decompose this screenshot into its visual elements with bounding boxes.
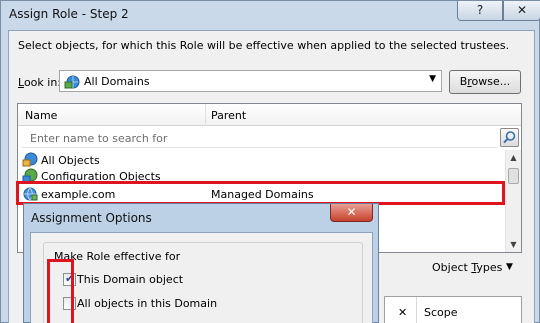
help-button[interactable]: ? [457, 1, 503, 21]
object-types-menu[interactable]: Object Types [432, 261, 502, 274]
close-button[interactable]: ✕ [503, 1, 540, 21]
column-divider[interactable] [205, 104, 206, 126]
scroll-down-arrow-icon[interactable]: ▼ [506, 237, 521, 252]
search-icon [503, 131, 516, 144]
column-header-name[interactable]: Name [25, 109, 57, 122]
list-header: Name Parent [18, 104, 521, 126]
column-divider [416, 297, 417, 323]
highlight-selected-row [16, 181, 505, 205]
title-bar: Assign Role - Step 2 ? ✕ [1, 1, 540, 27]
look-in-dropdown[interactable]: All Domains ▼ [59, 70, 442, 92]
role-effect-group: Make Role effective for This Domain obje… [43, 242, 363, 323]
popup-body: Make Role effective for This Domain obje… [30, 232, 373, 323]
column-header-remove[interactable]: ✕ [398, 306, 407, 319]
search-row [22, 128, 497, 148]
this-domain-object-label[interactable]: This Domain object [77, 273, 183, 286]
list-item-name: All Objects [41, 154, 100, 167]
all-objects-in-domain-label[interactable]: All objects in this Domain [77, 297, 217, 310]
search-button[interactable] [500, 128, 519, 147]
chevron-down-icon: ▼ [429, 74, 436, 84]
scroll-up-arrow-icon[interactable]: ▲ [506, 150, 521, 166]
all-domains-icon [64, 74, 80, 93]
assignment-options-dialog: Assignment Options ✕ Make Role effective… [23, 203, 379, 323]
browse-button[interactable]: Browse... [449, 70, 521, 94]
description-text: Select objects, for which this Role will… [18, 39, 510, 52]
column-header-scope[interactable]: Scope [424, 306, 458, 319]
scope-table: ✕ Scope [384, 296, 522, 323]
chevron-down-icon[interactable]: ▼ [506, 262, 513, 272]
vertical-scrollbar[interactable]: ▲ ▼ [505, 150, 521, 252]
highlight-checkboxes [47, 259, 74, 323]
popup-close-button[interactable]: ✕ [330, 204, 373, 222]
window-title: Assign Role - Step 2 [9, 7, 129, 21]
scroll-thumb[interactable] [508, 168, 519, 184]
popup-title: Assignment Options [31, 211, 152, 225]
column-header-parent[interactable]: Parent [211, 109, 246, 122]
look-in-value: All Domains [84, 75, 150, 88]
list-item[interactable]: All Objects [22, 152, 502, 168]
search-input[interactable] [22, 128, 497, 148]
look-in-label: Look in: [18, 76, 61, 89]
